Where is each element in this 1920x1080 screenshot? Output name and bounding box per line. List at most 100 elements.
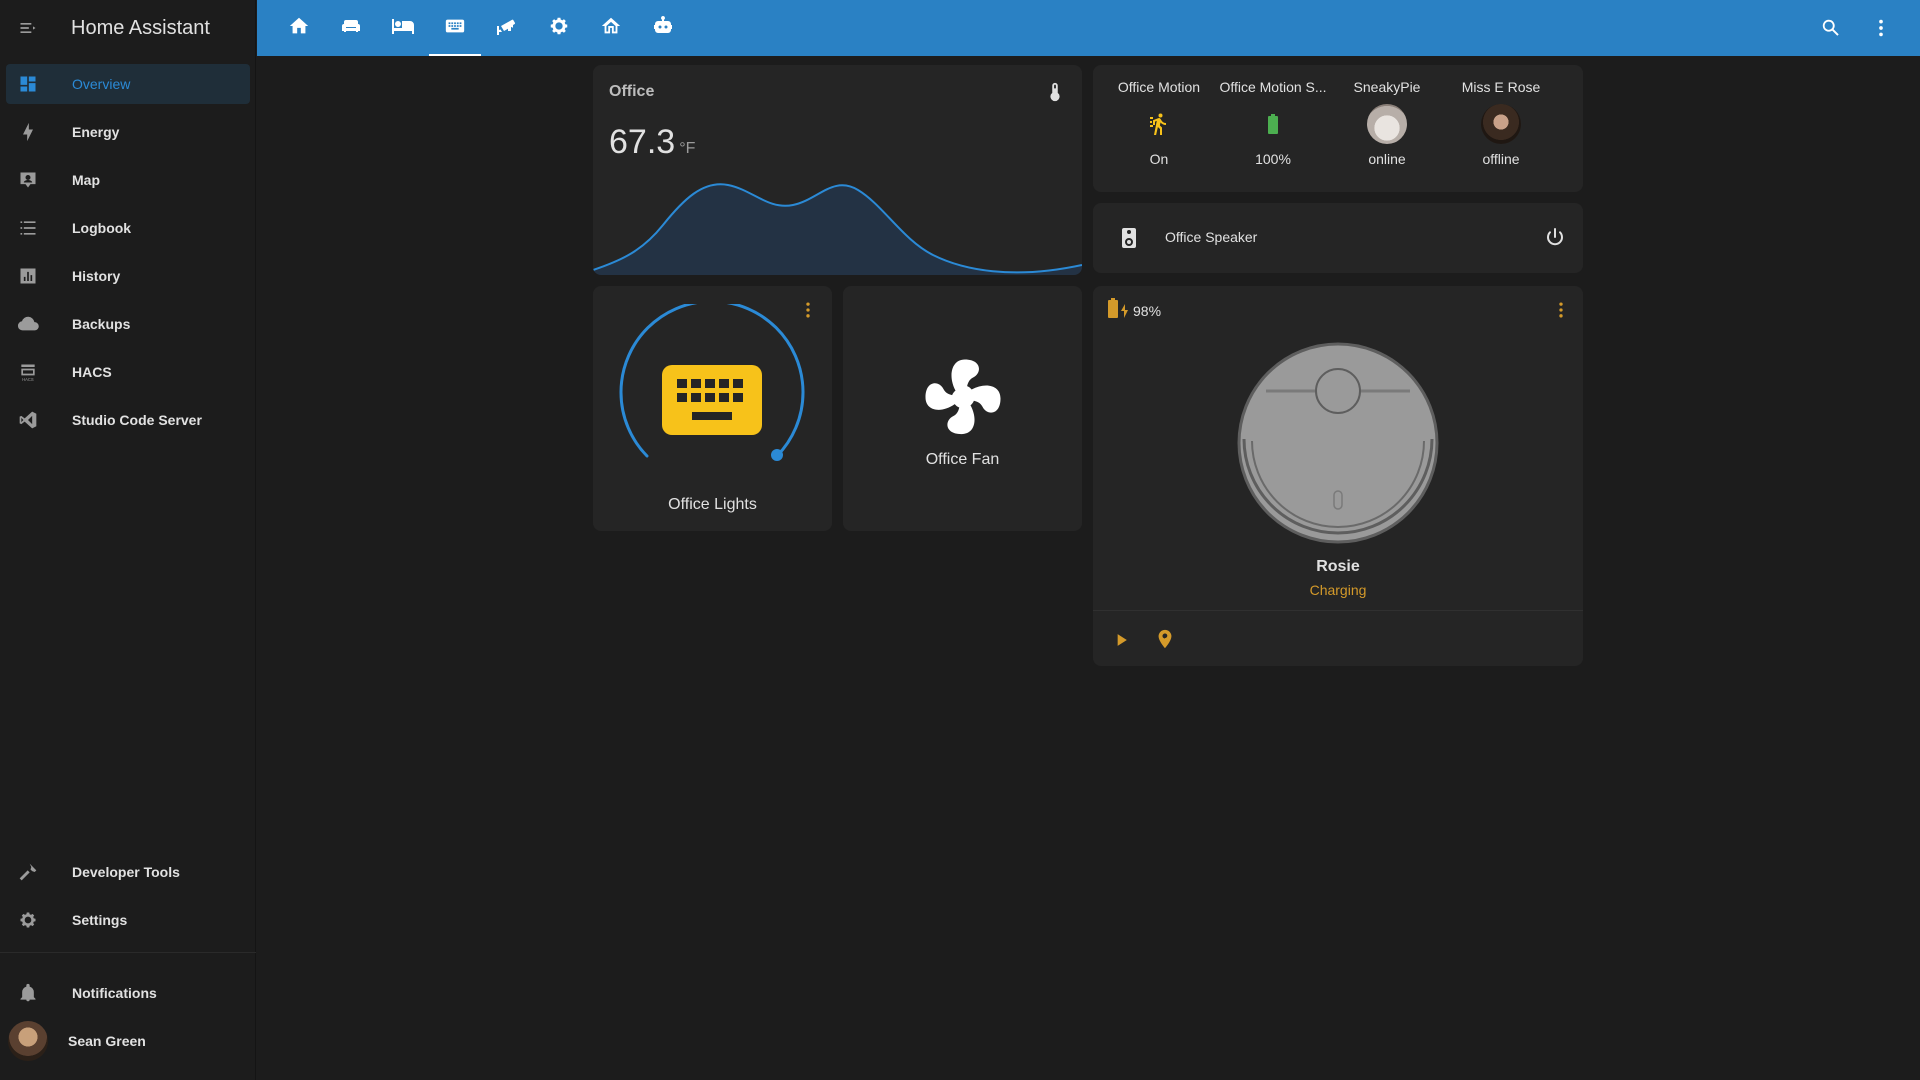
battery-full-icon [1217, 103, 1329, 145]
entity-name: Miss E Rose [1461, 79, 1541, 95]
entities-card: Office Motion On Office Motion S... 100%… [1093, 65, 1583, 192]
tab-home-outline[interactable] [585, 0, 637, 56]
sidebar-item-notifications[interactable]: Notifications [6, 973, 250, 1013]
speaker-name: Office Speaker [1165, 229, 1258, 245]
speaker-icon [1117, 226, 1141, 255]
more-vertical-icon[interactable] [1869, 16, 1893, 40]
cloud-icon [16, 312, 40, 336]
bed-icon [391, 14, 415, 43]
search-icon[interactable] [1819, 16, 1843, 40]
sidebar-item-overview[interactable]: Overview [6, 64, 250, 104]
sidebar-item-label: Map [72, 172, 100, 188]
battery-charging-icon [1105, 296, 1129, 325]
tab-office[interactable] [429, 0, 481, 56]
list-icon [16, 216, 40, 240]
card-title: Office [609, 83, 655, 100]
home-icon [288, 15, 310, 42]
hammer-icon [16, 860, 40, 884]
vacuum-card[interactable]: 98% Rosie Charging [1093, 286, 1583, 666]
chart-box-icon [16, 264, 40, 288]
sidebar-item-logbook[interactable]: Logbook [6, 208, 250, 248]
temperature-history-graph [593, 183, 1082, 275]
entity-office-motion-battery[interactable]: Office Motion S... 100% [1217, 79, 1329, 167]
fan-name: Office Fan [925, 451, 1000, 468]
office-fan-card[interactable]: Office Fan [843, 286, 1082, 531]
menu-icon[interactable] [16, 16, 40, 40]
thermometer-icon [1044, 81, 1066, 108]
entity-state: 100% [1255, 151, 1291, 167]
battery-level: 98% [1133, 302, 1162, 319]
cctv-icon [495, 14, 519, 43]
cat-avatar [1367, 104, 1407, 144]
sofa-icon [339, 14, 363, 43]
sidebar-item-label: Logbook [72, 220, 132, 236]
sidebar-item-label: Backups [72, 316, 131, 332]
sidebar-item-studio-code-server[interactable]: Studio Code Server [6, 400, 250, 440]
play-icon[interactable] [1111, 630, 1131, 655]
tab-living-room[interactable] [325, 0, 377, 56]
sidebar-item-map[interactable]: Map [6, 160, 250, 200]
bell-icon [16, 981, 40, 1005]
entity-state: online [1368, 151, 1406, 167]
vscode-icon [16, 408, 40, 432]
light-name: Office Lights [668, 496, 757, 513]
sidebar-item-label: Settings [72, 912, 128, 928]
gear-icon [548, 15, 570, 42]
sidebar-item-developer-tools[interactable]: Developer Tools [6, 852, 250, 892]
sidebar-item-label: Developer Tools [72, 864, 180, 880]
sidebar-item-label: HACS [72, 364, 112, 380]
person-avatar [1481, 104, 1521, 144]
home-outline-icon [600, 15, 622, 42]
office-temperature-card[interactable]: Office 67.3 °F [593, 65, 1082, 275]
fan-icon [918, 352, 1008, 447]
entity-name: Office Motion [1117, 79, 1201, 95]
avatar [8, 1021, 48, 1061]
power-icon[interactable] [1543, 226, 1567, 255]
sidebar-item-history[interactable]: History [6, 256, 250, 296]
tab-cameras[interactable] [481, 0, 533, 56]
motion-sensor-icon [1103, 103, 1215, 145]
gear-icon [16, 908, 40, 932]
entity-office-motion[interactable]: Office Motion On [1103, 79, 1215, 167]
sidebar-item-label: Energy [72, 124, 120, 140]
entity-state: On [1149, 151, 1169, 167]
app-title: Home Assistant [71, 16, 210, 39]
sidebar-item-energy[interactable]: Energy [6, 112, 250, 152]
robot-icon [651, 14, 675, 43]
map-marker-icon[interactable] [1154, 628, 1176, 655]
media-player-card[interactable]: Office Speaker [1093, 203, 1583, 273]
dashboard-icon [16, 72, 40, 96]
entity-miss-e-rose[interactable]: Miss E Rose offline [1445, 79, 1557, 167]
keyboard-icon[interactable] [662, 365, 762, 435]
entity-name: SneakyPie [1353, 79, 1421, 95]
keyboard-icon [444, 15, 466, 42]
sidebar-item-profile[interactable]: Sean Green [6, 1021, 250, 1061]
entity-picture [1445, 103, 1557, 145]
tab-robot[interactable] [637, 0, 689, 56]
sidebar-item-label: Studio Code Server [72, 412, 202, 428]
temperature-value: 67.3 °F [609, 123, 695, 162]
tab-settings[interactable] [533, 0, 585, 56]
vacuum-battery: 98% [1105, 296, 1161, 325]
tab-home[interactable] [273, 0, 325, 56]
temperature-unit: °F [679, 140, 696, 157]
sidebar-item-backups[interactable]: Backups [6, 304, 250, 344]
entity-sneakypie[interactable]: SneakyPie online [1331, 79, 1443, 167]
more-vertical-icon[interactable] [1551, 300, 1571, 325]
tab-bedroom[interactable] [377, 0, 429, 56]
entity-picture [1331, 103, 1443, 145]
lightning-icon [16, 120, 40, 144]
sidebar-item-label: Overview [72, 76, 131, 92]
vacuum-state: Charging [1309, 582, 1367, 598]
entity-state: offline [1482, 151, 1520, 167]
sidebar-header: Home Assistant [0, 0, 255, 56]
map-account-icon [16, 168, 40, 192]
sidebar-item-hacs[interactable]: HACS HACS [6, 352, 250, 392]
sidebar-item-label: Notifications [72, 985, 157, 1001]
sidebar-item-settings[interactable]: Settings [6, 900, 250, 940]
sidebar: Home Assistant Overview Energy Map Logbo… [0, 0, 256, 1080]
vacuum-name: Rosie [1316, 558, 1360, 575]
vacuum-image [1237, 342, 1439, 544]
card-divider [1093, 610, 1583, 611]
office-lights-card[interactable]: Office Lights [593, 286, 832, 531]
